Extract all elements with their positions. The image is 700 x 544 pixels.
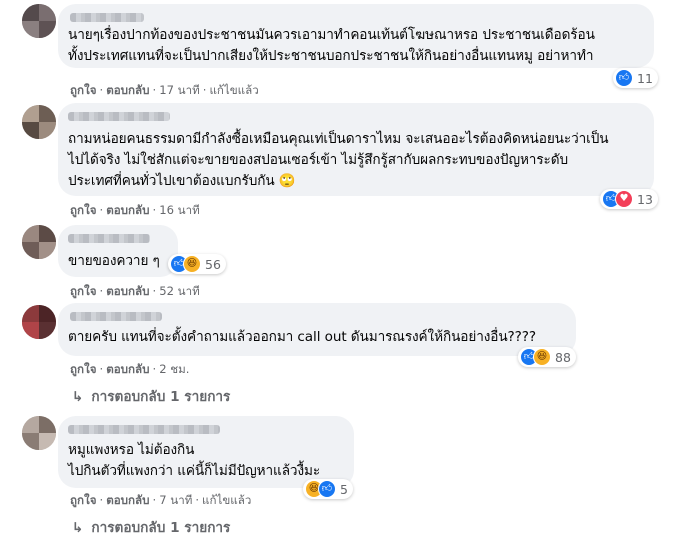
comment-actions: ถูกใจ · ตอบกลับ · 17 นาที · แก้ไขแล้ว <box>70 83 259 97</box>
reply-link[interactable]: ตอบกลับ <box>106 203 149 217</box>
edited-label[interactable]: แก้ไขแล้ว <box>209 83 258 97</box>
reaction-count: 13 <box>637 191 653 207</box>
haha-icon: 😆︎ <box>183 255 201 273</box>
timestamp[interactable]: 7 นาที <box>159 493 192 507</box>
reaction-summary[interactable]: 👍︎ 😆︎ 56 <box>168 254 226 274</box>
comment-bubble: นายๆเรื่องปากท้องของประชาชนมันควรเอามาทำ… <box>58 4 654 68</box>
reaction-count: 11 <box>637 70 653 86</box>
reaction-summary[interactable]: 👍︎ 😆︎ 88 <box>518 347 576 367</box>
haha-icon: 😆︎ <box>533 348 551 366</box>
comment-actions: ถูกใจ · ตอบกลับ · 16 นาที <box>70 203 200 217</box>
timestamp[interactable]: 52 นาที <box>159 284 200 298</box>
replies-count-label[interactable]: การตอบกลับ 1 รายการ <box>91 389 230 405</box>
author-name-blurred[interactable] <box>68 425 220 434</box>
comment-text: ประเทศที่คนทั่วไปเขาต้องแบกรับกัน 🙄 <box>68 173 296 189</box>
reaction-summary[interactable]: 👍︎ 11 <box>613 68 658 88</box>
author-name-blurred[interactable] <box>70 13 144 22</box>
comment-text: นายๆเรื่องปากท้องของประชาชนมันควรเอามาทำ… <box>68 27 595 43</box>
timestamp[interactable]: 17 นาที <box>159 83 200 97</box>
reaction-count: 88 <box>555 349 571 365</box>
author-name-blurred[interactable] <box>70 312 162 321</box>
avatar[interactable] <box>22 225 56 259</box>
reaction-count: 5 <box>340 481 348 497</box>
avatar[interactable] <box>22 4 56 38</box>
like-link[interactable]: ถูกใจ <box>70 493 97 507</box>
timestamp[interactable]: 2 ชม. <box>159 362 189 376</box>
reply-arrow-icon: ↳ <box>72 389 84 405</box>
like-link[interactable]: ถูกใจ <box>70 284 97 298</box>
like-link[interactable]: ถูกใจ <box>70 362 97 376</box>
comment-text: ขายของควาย ๆ <box>68 253 160 269</box>
reaction-summary[interactable]: 👍︎ ♥ 13 <box>600 189 658 209</box>
reply-link[interactable]: ตอบกลับ <box>106 493 149 507</box>
comment-text: ตายครับ แทนที่จะตั้งคำถามแล้วออกมา call … <box>68 329 536 345</box>
comment-text: หมูแพงหรอ ไม่ต้องกิน <box>68 442 195 458</box>
like-icon: 👍︎ <box>615 69 633 87</box>
reaction-count: 56 <box>205 256 221 272</box>
avatar[interactable] <box>22 416 56 450</box>
replies-count-label[interactable]: การตอบกลับ 1 รายการ <box>91 520 230 536</box>
view-replies-link[interactable]: ↳ การตอบกลับ 1 รายการ <box>72 385 230 407</box>
love-icon: ♥ <box>615 190 633 208</box>
reply-link[interactable]: ตอบกลับ <box>106 284 149 298</box>
comment-bubble: ขายของควาย ๆ <box>58 225 178 277</box>
reply-link[interactable]: ตอบกลับ <box>106 83 149 97</box>
avatar[interactable] <box>22 305 56 339</box>
like-link[interactable]: ถูกใจ <box>70 83 97 97</box>
comment-actions: ถูกใจ · ตอบกลับ · 7 นาที · แก้ไขแล้ว <box>70 493 252 507</box>
author-name-blurred[interactable] <box>68 112 170 121</box>
reply-link[interactable]: ตอบกลับ <box>106 362 149 376</box>
edited-label[interactable]: แก้ไขแล้ว <box>202 493 251 507</box>
like-icon: 👍︎ <box>318 480 336 498</box>
avatar[interactable] <box>22 105 56 139</box>
reply-arrow-icon: ↳ <box>72 520 84 536</box>
timestamp[interactable]: 16 นาที <box>159 203 200 217</box>
comment-bubble: หมูแพงหรอ ไม่ต้องกิน ไปกินตัวที่แพงกว่า … <box>58 416 354 488</box>
comment-bubble: ถามหน่อยคนธรรมดามีกำลังซื้อเหมือนคุณเท่เ… <box>58 103 654 196</box>
comment-actions: ถูกใจ · ตอบกลับ · 2 ชม. <box>70 362 190 376</box>
comment-actions: ถูกใจ · ตอบกลับ · 52 นาที <box>70 284 200 298</box>
comment-bubble: ตายครับ แทนที่จะตั้งคำถามแล้วออกมา call … <box>58 303 576 356</box>
view-replies-link[interactable]: ↳ การตอบกลับ 1 รายการ <box>72 516 230 538</box>
author-name-blurred[interactable] <box>68 234 150 243</box>
comment-text: ไปกินตัวที่แพงกว่า แค่นี้ก็ไม่มีปัญหาแล้… <box>68 463 321 479</box>
reaction-summary[interactable]: 😆︎ 👍︎ 5 <box>303 479 353 499</box>
like-link[interactable]: ถูกใจ <box>70 203 97 217</box>
comment-text: ไปได้จริง ไม่ใช่สักแต่จะขายของสปอนเซอร์เ… <box>68 152 568 168</box>
comment-text: ถามหน่อยคนธรรมดามีกำลังซื้อเหมือนคุณเท่เ… <box>68 131 609 147</box>
comment-text: ทั้งประเทศแทนที่จะเป็นปากเสียงให้ประชาชน… <box>68 48 594 64</box>
